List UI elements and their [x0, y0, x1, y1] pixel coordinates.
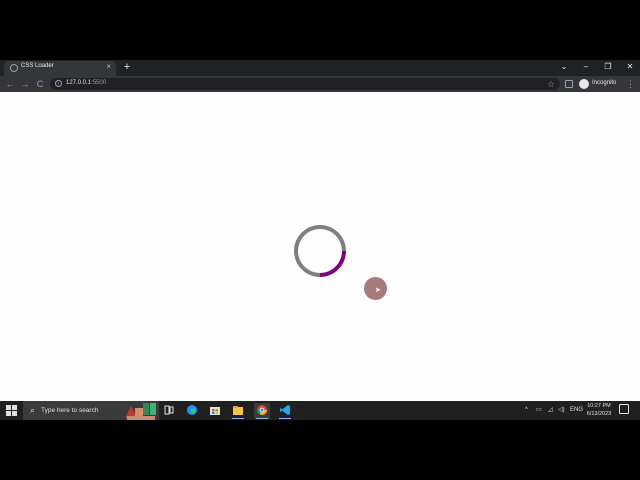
- incognito-icon: [579, 79, 589, 89]
- tab-css-loader[interactable]: CSS Loader ×: [4, 61, 116, 76]
- minimize-button[interactable]: –: [577, 60, 595, 74]
- store-icon[interactable]: [207, 403, 223, 419]
- chrome-icon[interactable]: [254, 403, 270, 419]
- url-host: 127.0.0.1: [66, 80, 92, 86]
- browser-menu-icon[interactable]: ⋮: [626, 78, 635, 90]
- system-clock[interactable]: 10:27 PM 6/13/2023: [584, 402, 614, 418]
- address-bar[interactable]: i 127.0.0.1:5500 ☆: [50, 78, 560, 90]
- active-indicator: [256, 418, 268, 419]
- incognito-profile[interactable]: Incognito: [578, 78, 622, 90]
- globe-icon: [10, 64, 18, 72]
- notification-icon[interactable]: [619, 404, 629, 414]
- volume-icon[interactable]: ◁): [558, 401, 565, 420]
- restore-button[interactable]: ❐: [599, 60, 617, 74]
- url-port: :5500: [91, 80, 107, 86]
- clock-time: 10:27 PM: [587, 403, 611, 409]
- windows-start-icon[interactable]: [6, 405, 17, 416]
- file-explorer-icon[interactable]: [230, 403, 246, 419]
- edge-icon[interactable]: [184, 403, 200, 419]
- tab-title: CSS Loader: [21, 63, 54, 69]
- forward-button[interactable]: →: [18, 76, 32, 92]
- active-indicator: [279, 418, 291, 419]
- back-button[interactable]: ←: [3, 76, 17, 92]
- close-window-button[interactable]: ✕: [621, 60, 639, 74]
- search-highlight-illustration: [125, 403, 156, 420]
- search-placeholder: Type here to search: [41, 407, 99, 414]
- info-icon[interactable]: i: [55, 80, 62, 87]
- active-indicator: [232, 418, 244, 419]
- close-tab-icon[interactable]: ×: [106, 62, 111, 71]
- side-panel-icon[interactable]: [565, 80, 573, 88]
- screen: CSS Loader × + ⌄ – ❐ ✕ ← → C i 127.0.0.1…: [0, 0, 640, 480]
- reload-button[interactable]: C: [33, 76, 47, 92]
- clock-date: 6/13/2023: [586, 411, 612, 417]
- url-text: 127.0.0.1:5500: [66, 80, 106, 86]
- show-hidden-icons[interactable]: ^: [525, 401, 528, 420]
- bookmark-star-icon[interactable]: ☆: [547, 78, 555, 90]
- taskbar-search[interactable]: ⌕ Type here to search: [23, 401, 159, 420]
- task-view-icon[interactable]: [161, 403, 177, 419]
- language-indicator[interactable]: ENG: [570, 401, 583, 420]
- incognito-label: Incognito: [592, 80, 617, 86]
- mouse-cursor-icon: ➤: [375, 287, 381, 294]
- battery-icon[interactable]: ▭: [536, 401, 542, 420]
- tab-search-button[interactable]: ⌄: [555, 60, 573, 74]
- search-icon: ⌕: [30, 405, 36, 415]
- new-tab-button[interactable]: +: [121, 60, 133, 75]
- vscode-icon[interactable]: [277, 403, 293, 419]
- network-icon[interactable]: ◿: [548, 401, 553, 420]
